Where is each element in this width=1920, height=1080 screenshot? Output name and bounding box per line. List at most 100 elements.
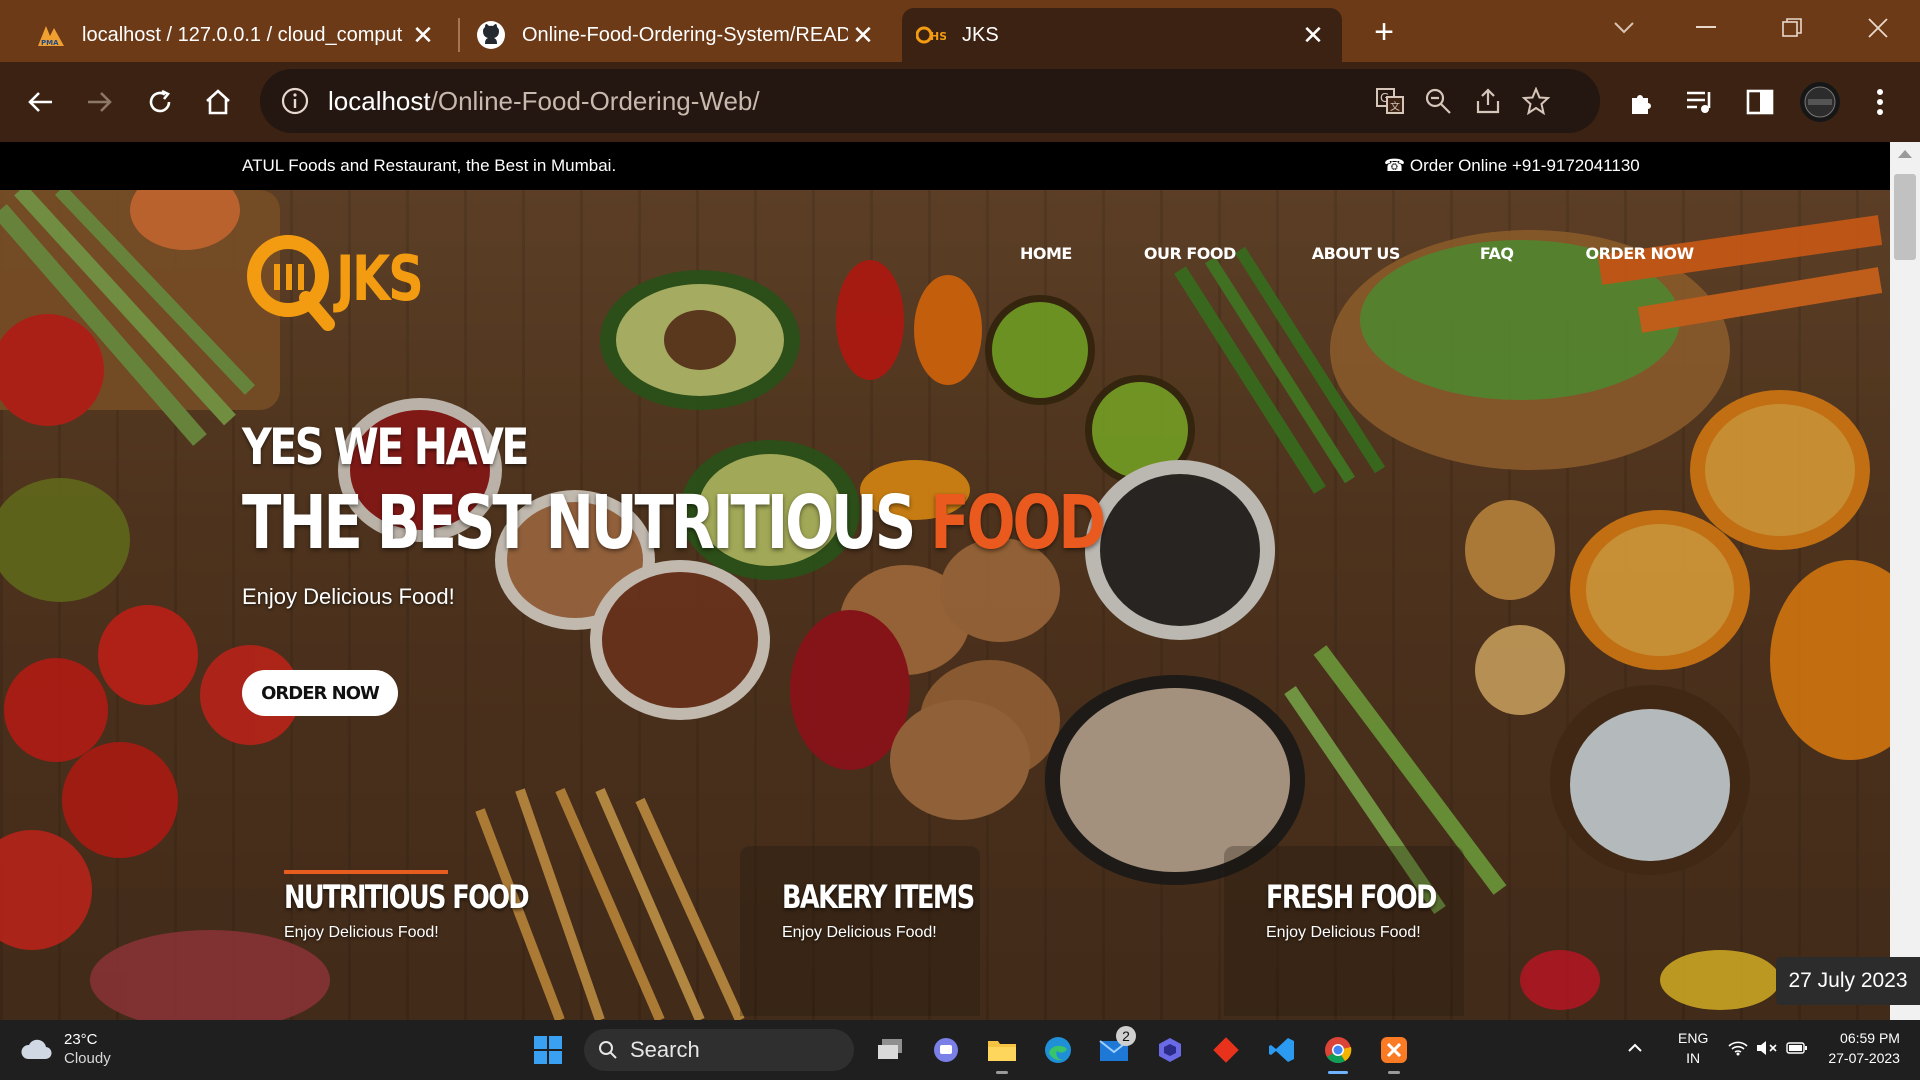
weather-temp: 23°C — [64, 1031, 98, 1048]
scrollbar-thumb[interactable] — [1894, 174, 1916, 260]
svg-text:HS: HS — [930, 30, 946, 43]
search-icon — [599, 1041, 617, 1059]
battery-icon[interactable] — [1786, 1028, 1812, 1068]
web-page: ATUL Foods and Restaurant, the Best in M… — [0, 142, 1890, 1020]
nav-our-food[interactable]: OUR FOOD — [1144, 244, 1236, 263]
nav-order-now[interactable]: ORDER NOW — [1586, 244, 1695, 263]
feature-card-bakery[interactable]: BAKERY ITEMS Enjoy Delicious Food! — [740, 846, 980, 1016]
side-panel-icon[interactable] — [1738, 80, 1782, 124]
tab-title: Online-Food-Ordering-System/READ — [522, 23, 848, 46]
browser-toolbar: localhost/Online-Food-Ordering-Web/ G文 — [0, 62, 1920, 142]
tab-jks[interactable]: HS JKS ✕ — [902, 8, 1342, 62]
running-indicator — [1388, 1071, 1400, 1074]
close-window-button[interactable] — [1848, 6, 1908, 50]
language-indicator[interactable]: ENG IN — [1678, 1028, 1708, 1068]
address-bar[interactable]: localhost/Online-Food-Ordering-Web/ G文 — [260, 69, 1600, 133]
nav-home[interactable]: HOME — [1020, 244, 1072, 263]
home-button[interactable] — [196, 80, 240, 124]
site-tagline: ATUL Foods and Restaurant, the Best in M… — [242, 156, 617, 175]
nav-faq[interactable]: FAQ — [1480, 244, 1514, 263]
date-widget: 27 July 2023 — [1776, 957, 1920, 1005]
search-label: Search — [630, 1037, 700, 1062]
feature-card-fresh[interactable]: FRESH FOOD Enjoy Delicious Food! — [1224, 846, 1464, 1016]
svg-text:文: 文 — [1390, 100, 1400, 113]
forward-button[interactable] — [78, 80, 122, 124]
url-text: localhost/Online-Food-Ordering-Web/ — [328, 86, 760, 117]
start-windows-icon[interactable] — [524, 1026, 572, 1074]
teams-chat-icon[interactable] — [922, 1026, 970, 1074]
menu-kebab-icon[interactable] — [1858, 80, 1902, 124]
running-indicator — [1328, 1071, 1348, 1074]
card-subtitle: Enjoy Delicious Food! — [1266, 924, 1421, 941]
task-view-icon[interactable] — [866, 1026, 914, 1074]
xampp-icon[interactable] — [1370, 1026, 1418, 1074]
mail-icon[interactable]: 2 — [1090, 1026, 1138, 1074]
cloud-icon — [21, 1039, 52, 1060]
hero-order-now-button[interactable]: ORDER NOW — [242, 670, 398, 716]
logo-text: JKS — [336, 242, 424, 315]
card-accent-bar — [284, 870, 448, 874]
order-online-phone[interactable]: ☎ Order Online +91-9172041130 — [1384, 156, 1640, 176]
extensions-icon[interactable] — [1620, 80, 1664, 124]
taskbar-apps: Search 2 — [520, 1026, 1422, 1074]
card-title: BAKERY ITEMS — [782, 878, 975, 916]
close-tab-icon[interactable]: ✕ — [848, 20, 878, 50]
svg-text:PMA: PMA — [41, 39, 59, 47]
bookmark-star-icon[interactable] — [1516, 81, 1556, 121]
close-tab-icon[interactable]: ✕ — [408, 20, 438, 50]
file-explorer-icon[interactable] — [978, 1026, 1026, 1074]
tray-overflow-chevron-icon[interactable] — [1620, 1028, 1650, 1068]
scroll-up-arrow-icon[interactable] — [1898, 150, 1912, 158]
windows-taskbar: 23°C Cloudy Search 2 ENG IN 06:59 PM 27-… — [0, 1020, 1920, 1080]
system-tray: ENG IN 06:59 PM 27-07-2023 — [1620, 1028, 1900, 1068]
feature-card-nutritious[interactable]: NUTRITIOUS FOOD Enjoy Delicious Food! — [242, 846, 530, 1016]
github-icon — [476, 20, 506, 50]
git-app-icon[interactable] — [1202, 1026, 1250, 1074]
back-button[interactable] — [18, 80, 62, 124]
card-title: NUTRITIOUS FOOD — [284, 878, 530, 916]
translate-icon[interactable]: G文 — [1370, 81, 1410, 121]
wifi-icon[interactable] — [1728, 1028, 1752, 1068]
running-indicator — [996, 1071, 1008, 1074]
chrome-icon[interactable] — [1314, 1026, 1362, 1074]
weather-widget[interactable]: 23°C Cloudy — [20, 1030, 111, 1068]
browser-tab-strip: PMA localhost / 127.0.0.1 / cloud_comput… — [0, 0, 1920, 62]
vscode-icon[interactable] — [1258, 1026, 1306, 1074]
clock-date: 27-07-2023 — [1828, 1050, 1900, 1066]
site-logo[interactable]: JKS — [244, 232, 484, 332]
close-tab-icon[interactable]: ✕ — [1298, 20, 1328, 50]
weather-desc: Cloudy — [64, 1050, 111, 1067]
clock[interactable]: 06:59 PM 27-07-2023 — [1828, 1028, 1900, 1068]
hero-heading-accent: FOOD — [930, 480, 1106, 566]
tab-title: JKS — [962, 23, 999, 46]
card-subtitle: Enjoy Delicious Food! — [284, 924, 439, 941]
profile-avatar[interactable] — [1798, 80, 1842, 124]
phpmyadmin-icon: PMA — [36, 20, 66, 50]
page-scrollbar[interactable] — [1890, 142, 1920, 1020]
reload-button[interactable] — [138, 80, 182, 124]
hero-heading-line1: YES WE HAVE — [242, 418, 529, 476]
tab-search-chevron-icon[interactable] — [1594, 6, 1654, 50]
lang-code: ENG — [1678, 1030, 1709, 1046]
nav-about-us[interactable]: ABOUT US — [1312, 244, 1401, 263]
site-top-bar: ATUL Foods and Restaurant, the Best in M… — [0, 142, 1890, 190]
zoom-icon[interactable] — [1418, 81, 1458, 121]
minimize-button[interactable] — [1676, 6, 1736, 50]
tab-title: localhost / 127.0.0.1 / cloud_comput — [82, 23, 403, 46]
tab-github[interactable]: Online-Food-Ordering-System/READ ✕ — [462, 8, 892, 62]
media-queue-icon[interactable] — [1678, 80, 1722, 124]
edge-browser-icon[interactable] — [1034, 1026, 1082, 1074]
lang-region: IN — [1686, 1050, 1701, 1066]
tab-phpmyadmin[interactable]: PMA localhost / 127.0.0.1 / cloud_comput… — [22, 8, 452, 62]
share-icon[interactable] — [1468, 81, 1508, 121]
copilot-icon[interactable] — [1146, 1026, 1194, 1074]
main-nav: HOME OUR FOOD ABOUT US FAQ ORDER NOW — [1020, 244, 1694, 263]
taskbar-search[interactable]: Search — [584, 1029, 854, 1071]
restore-button[interactable] — [1762, 6, 1822, 50]
new-tab-button[interactable]: + — [1366, 13, 1402, 51]
volume-muted-icon[interactable] — [1756, 1028, 1782, 1068]
url-path: /Online-Food-Ordering-Web/ — [430, 85, 760, 116]
site-info-icon[interactable] — [280, 86, 310, 116]
url-host: localhost — [328, 85, 431, 116]
clock-time: 06:59 PM — [1840, 1030, 1900, 1046]
